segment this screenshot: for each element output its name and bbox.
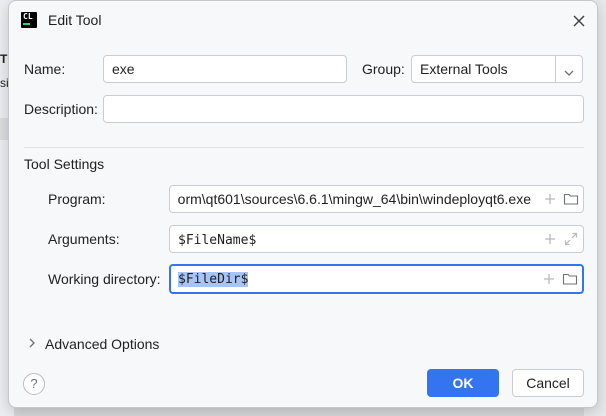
- arguments-value: $FileName$: [178, 233, 257, 248]
- edit-tool-dialog: CL Edit Tool Name: exe Group: External T…: [8, 0, 598, 408]
- arguments-input[interactable]: $FileName$: [169, 225, 584, 253]
- chevron-down-icon: [562, 62, 576, 76]
- dialog-title: Edit Tool: [48, 12, 102, 28]
- advanced-options-toggle[interactable]: Advanced Options: [27, 335, 159, 353]
- group-label: Group:: [362, 61, 405, 77]
- background-text: T: [0, 52, 8, 66]
- folder-icon[interactable]: [563, 192, 579, 206]
- add-macro-icon[interactable]: [542, 272, 556, 286]
- cancel-button[interactable]: Cancel: [512, 369, 584, 397]
- advanced-options-label: Advanced Options: [45, 336, 160, 352]
- dialog-titlebar: CL Edit Tool: [9, 1, 597, 41]
- working-directory-label: Working directory:: [48, 271, 161, 287]
- name-value: exe: [112, 61, 135, 77]
- help-button[interactable]: ?: [23, 373, 45, 395]
- arguments-label: Arguments:: [48, 231, 120, 247]
- ok-button[interactable]: OK: [427, 369, 499, 397]
- chevron-right-icon: [27, 336, 37, 352]
- program-input[interactable]: orm\qt601\sources\6.6.1\mingw_64\bin\win…: [169, 185, 584, 213]
- add-macro-icon[interactable]: [543, 232, 557, 246]
- program-value: orm\qt601\sources\6.6.1\mingw_64\bin\win…: [177, 191, 531, 207]
- folder-icon[interactable]: [562, 272, 578, 286]
- close-icon[interactable]: [569, 11, 589, 31]
- name-input[interactable]: exe: [103, 55, 347, 83]
- working-directory-input[interactable]: $FileDir$: [169, 264, 584, 294]
- name-label: Name:: [24, 61, 66, 77]
- program-label: Program:: [48, 191, 106, 207]
- description-input[interactable]: [103, 95, 584, 123]
- tool-settings-title: Tool Settings: [24, 156, 105, 172]
- add-macro-icon[interactable]: [543, 192, 557, 206]
- clion-logo-icon: CL: [21, 12, 37, 28]
- group-select[interactable]: External Tools: [411, 55, 583, 83]
- expand-icon[interactable]: [563, 231, 579, 247]
- working-directory-value: $FileDir$: [178, 272, 249, 287]
- description-label: Description:: [24, 101, 98, 117]
- section-divider: [24, 147, 584, 148]
- group-value: External Tools: [420, 61, 508, 77]
